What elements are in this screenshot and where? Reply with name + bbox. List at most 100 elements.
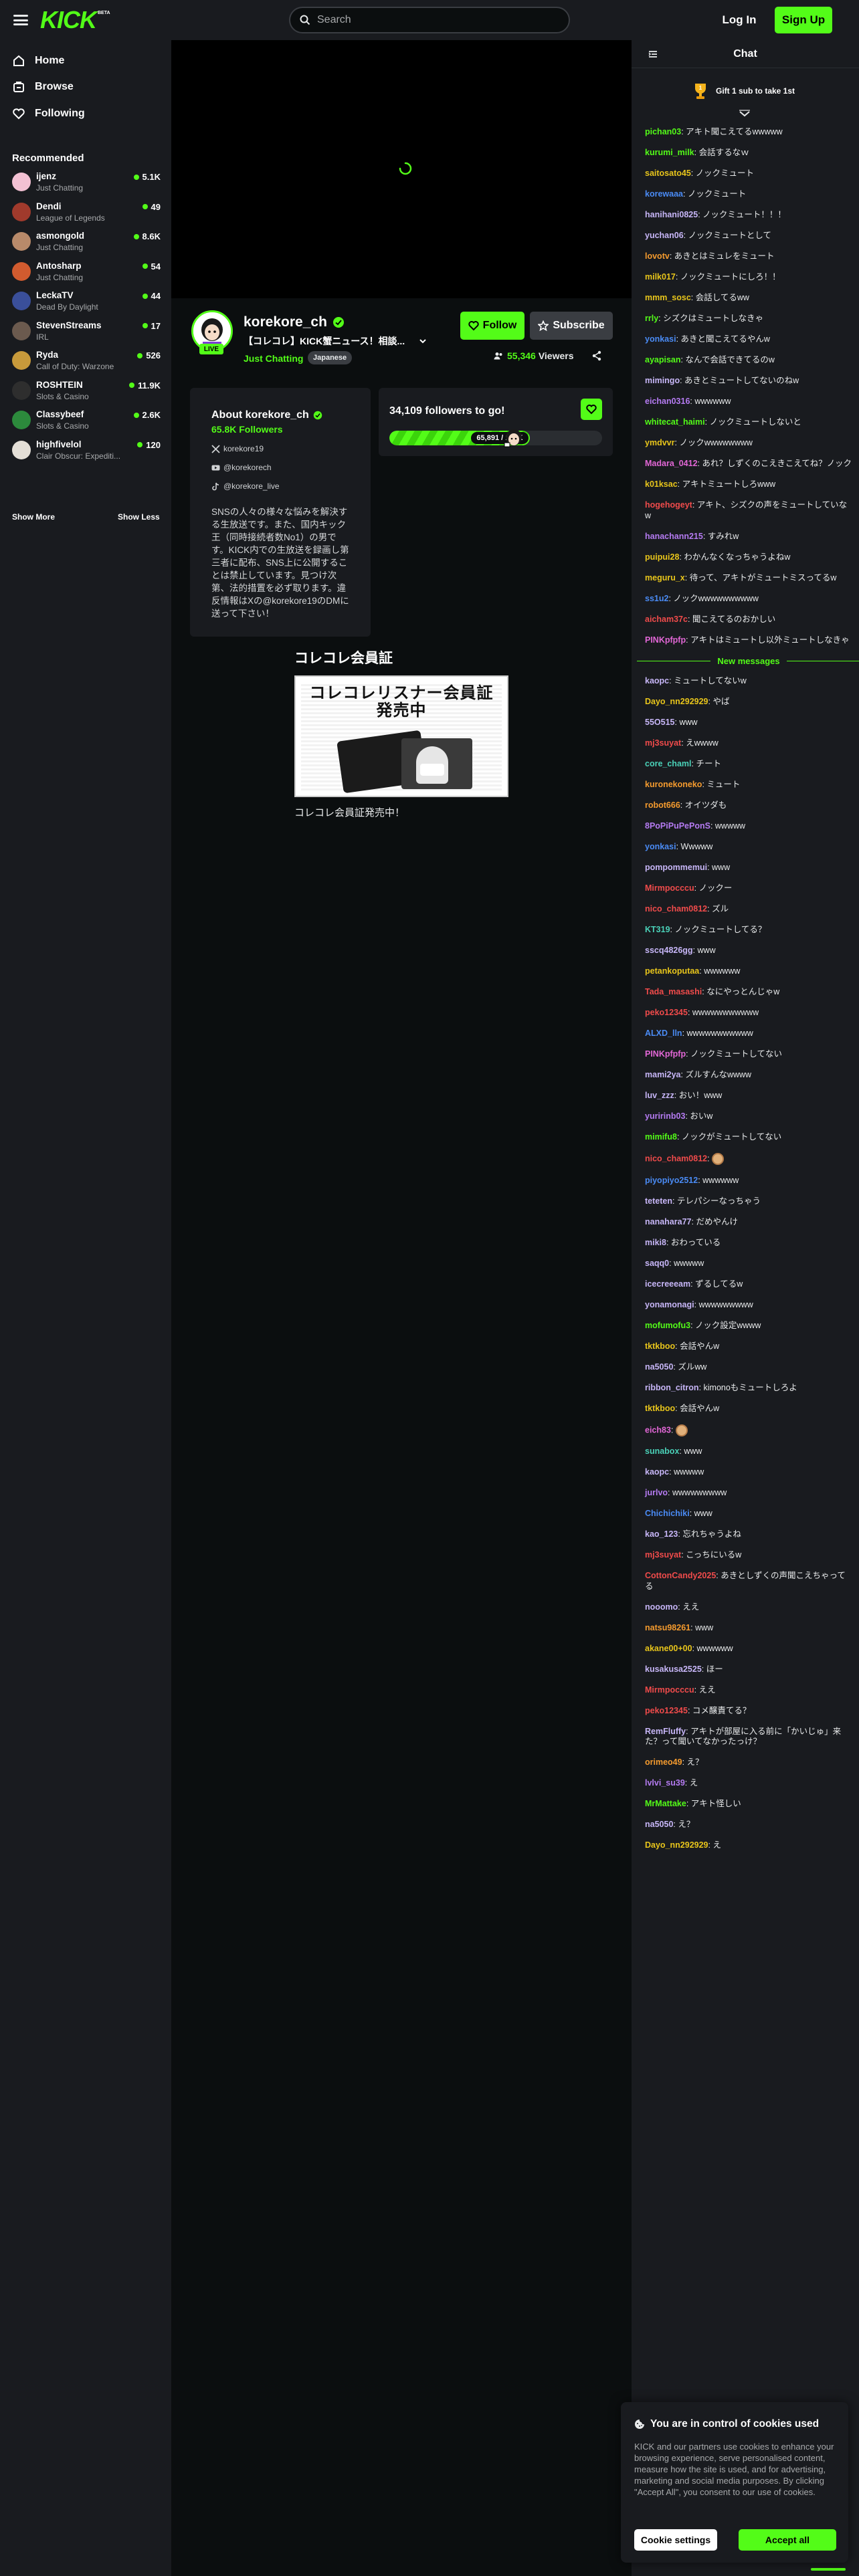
chat-username[interactable]: hanachann215 bbox=[645, 532, 703, 541]
video-player[interactable] bbox=[171, 40, 632, 298]
chat-username[interactable]: KT319 bbox=[645, 925, 670, 934]
chat-username[interactable]: orimeo49 bbox=[645, 1757, 682, 1767]
chat-username[interactable]: mimingo bbox=[645, 376, 680, 385]
chat-username[interactable]: peko12345 bbox=[645, 1008, 688, 1017]
search-box[interactable] bbox=[289, 7, 570, 33]
nav-browse[interactable]: Browse bbox=[12, 77, 74, 97]
chat-username[interactable]: hogehogeyt bbox=[645, 500, 692, 510]
chat-username[interactable]: RemFluffy bbox=[645, 1727, 686, 1736]
chat-username[interactable]: tktkboo bbox=[645, 1404, 675, 1413]
chevron-down-icon[interactable] bbox=[418, 336, 427, 346]
recommended-channel[interactable]: asmongold Just Chatting 8.6K bbox=[12, 229, 161, 256]
chat-username[interactable]: nico_cham0812 bbox=[645, 904, 707, 914]
chat-username[interactable]: 8PoPiPuPePonS bbox=[645, 821, 710, 831]
signup-button[interactable]: Sign Up bbox=[775, 7, 832, 33]
chat-username[interactable]: teteten bbox=[645, 1196, 672, 1206]
promo-image[interactable]: コレコレリスナー会員証 発売中 bbox=[294, 675, 508, 797]
show-less-button[interactable]: Show Less bbox=[118, 512, 160, 522]
chat-username[interactable]: Mirmpocccu bbox=[645, 883, 694, 893]
language-tag[interactable]: Japanese bbox=[308, 351, 353, 364]
chat-username[interactable]: yuchan06 bbox=[645, 231, 684, 240]
chat-username[interactable]: icecreeeam bbox=[645, 1279, 690, 1289]
cookie-settings-button[interactable]: Cookie settings bbox=[634, 2529, 717, 2551]
chat-username[interactable]: sunabox bbox=[645, 1446, 679, 1456]
chat-username[interactable]: sscq4826gg bbox=[645, 946, 693, 955]
chat-username[interactable]: mofumofu3 bbox=[645, 1321, 690, 1330]
chat-username[interactable]: kurumi_milk bbox=[645, 148, 694, 157]
nav-home[interactable]: Home bbox=[12, 51, 64, 71]
chat-username[interactable]: mj3suyat bbox=[645, 1550, 681, 1560]
social-youtube-link[interactable]: @korekorech bbox=[211, 463, 272, 472]
chat-username[interactable]: meguru_x bbox=[645, 573, 685, 582]
share-icon[interactable] bbox=[591, 350, 602, 361]
chat-username[interactable]: k01ksac bbox=[645, 479, 678, 489]
chat-username[interactable]: PINKpfpfp bbox=[645, 1049, 686, 1059]
chat-username[interactable]: natsu98261 bbox=[645, 1623, 690, 1632]
chat-username[interactable]: na5050 bbox=[645, 1362, 673, 1372]
chat-username[interactable]: nico_cham0812 bbox=[645, 1154, 707, 1163]
stream-title[interactable]: 【コレコレ】KICK蟹ニュース！相談... bbox=[244, 334, 427, 348]
chat-username[interactable]: petankoputaa bbox=[645, 966, 699, 976]
chat-username[interactable]: whitecat_haimi bbox=[645, 417, 705, 427]
chat-username[interactable]: kaopc bbox=[645, 676, 669, 685]
chat-username[interactable]: PINKpfpfp bbox=[645, 635, 686, 645]
recommended-channel[interactable]: Dendi League of Legends 49 bbox=[12, 200, 161, 227]
chat-username[interactable]: mj3suyat bbox=[645, 738, 681, 748]
chat-username[interactable]: saqq0 bbox=[645, 1259, 669, 1268]
chat-username[interactable]: mimifu8 bbox=[645, 1132, 677, 1142]
chat-username[interactable]: lovotv bbox=[645, 251, 670, 261]
recommended-channel[interactable]: ijenz Just Chatting 5.1K bbox=[12, 170, 161, 197]
category-link[interactable]: Just Chatting bbox=[244, 353, 303, 364]
recommended-channel[interactable]: Classybeef Slots & Casino 2.6K bbox=[12, 408, 161, 435]
chat-username[interactable]: milk017 bbox=[645, 272, 676, 282]
follow-button[interactable]: Follow bbox=[460, 312, 524, 340]
chat-username[interactable]: nanahara77 bbox=[645, 1217, 691, 1226]
chat-username[interactable]: ymdvvr bbox=[645, 438, 674, 447]
recommended-channel[interactable]: LeckaTV Dead By Daylight 44 bbox=[12, 289, 161, 316]
chat-username[interactable]: eich83 bbox=[645, 1425, 671, 1434]
chat-username[interactable]: mami2ya bbox=[645, 1070, 681, 1079]
chat-username[interactable]: core_chaml bbox=[645, 759, 691, 768]
chat-username[interactable]: mmm_sosc bbox=[645, 293, 691, 302]
chat-username[interactable]: saitosato45 bbox=[645, 169, 691, 178]
chat-username[interactable]: Mirmpocccu bbox=[645, 1685, 694, 1695]
chat-username[interactable]: hanihani0825 bbox=[645, 210, 698, 219]
recommended-channel[interactable]: highfivelol Clair Obscur: Expediti... 120 bbox=[12, 438, 161, 465]
chat-username[interactable]: peko12345 bbox=[645, 1706, 688, 1715]
channel-name[interactable]: korekore_ch bbox=[244, 314, 345, 330]
recommended-channel[interactable]: Ryda Call of Duty: Warzone 526 bbox=[12, 348, 161, 375]
chat-username[interactable]: yonkasi bbox=[645, 842, 676, 851]
chat-username[interactable]: rrly bbox=[645, 314, 658, 323]
chat-username[interactable]: kaopc bbox=[645, 1467, 669, 1477]
chat-username[interactable]: Dayo_nn292929 bbox=[645, 697, 708, 706]
chat-username[interactable]: nooomo bbox=[645, 1602, 678, 1612]
chat-username[interactable]: yonamonagi bbox=[645, 1300, 694, 1309]
recommended-channel[interactable]: Antosharp Just Chatting 54 bbox=[12, 259, 161, 286]
login-button[interactable]: Log In bbox=[714, 7, 764, 33]
chat-username[interactable]: kuronekoneko bbox=[645, 780, 702, 789]
social-tiktok-link[interactable]: @korekore_live bbox=[211, 481, 280, 491]
search-input[interactable] bbox=[317, 14, 558, 26]
social-x-link[interactable]: korekore19 bbox=[211, 444, 264, 453]
chat-username[interactable]: Chichichiki bbox=[645, 1509, 690, 1518]
menu-icon[interactable] bbox=[13, 13, 28, 27]
chat-username[interactable]: akane00+00 bbox=[645, 1644, 692, 1653]
chat-username[interactable]: Dayo_nn292929 bbox=[645, 1840, 708, 1850]
chat-username[interactable]: pichan03 bbox=[645, 127, 681, 136]
chat-username[interactable]: luv_zzz bbox=[645, 1091, 674, 1100]
chat-username[interactable]: eichan0316 bbox=[645, 397, 690, 406]
chat-username[interactable]: 55O515 bbox=[645, 718, 674, 727]
chat-username[interactable]: robot666 bbox=[645, 800, 680, 810]
chat-username[interactable]: puipui28 bbox=[645, 552, 679, 562]
chat-username[interactable]: yuririnb03 bbox=[645, 1111, 685, 1121]
chat-username[interactable]: MrMattake bbox=[645, 1799, 686, 1808]
chat-username[interactable]: ss1u2 bbox=[645, 594, 668, 603]
chat-username[interactable]: kusakusa2525 bbox=[645, 1665, 702, 1674]
chat-username[interactable]: tktkboo bbox=[645, 1341, 675, 1351]
chat-username[interactable]: aicham37c bbox=[645, 615, 688, 624]
chat-username[interactable]: lvlvi_su39 bbox=[645, 1778, 685, 1788]
chat-username[interactable]: ALXD_lln bbox=[645, 1029, 682, 1038]
chat-username[interactable]: na5050 bbox=[645, 1820, 673, 1829]
chat-username[interactable]: korewaaa bbox=[645, 189, 683, 199]
gift-sub-button[interactable]: 1 Gift 1 sub to take 1st bbox=[692, 82, 795, 100]
